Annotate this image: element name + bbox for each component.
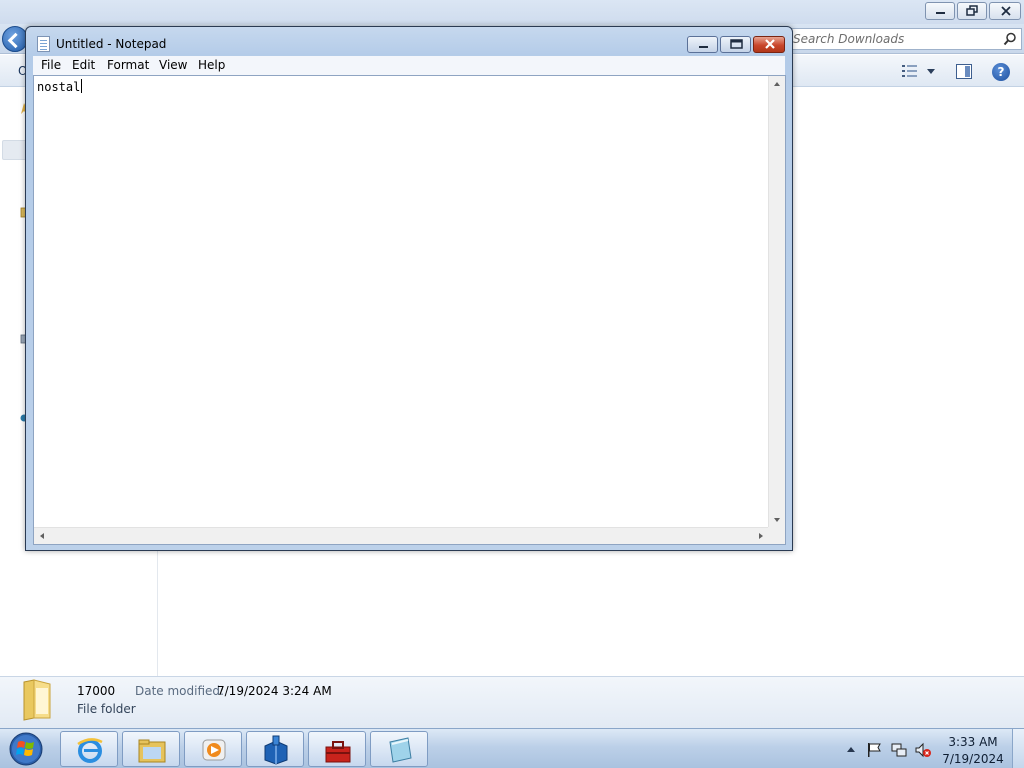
folder-icon (23, 679, 51, 721)
editor-content[interactable]: nostal (37, 79, 83, 94)
ie-icon (77, 738, 103, 763)
size-grip[interactable] (768, 527, 785, 544)
date-modified-value: 7/19/2024 3:24 AM (217, 684, 332, 698)
explorer-close-button[interactable] (989, 2, 1021, 20)
menu-edit[interactable]: Edit (72, 58, 95, 72)
search-placeholder: Search Downloads (793, 32, 905, 46)
menu-file[interactable]: File (41, 58, 61, 72)
close-icon (1001, 6, 1011, 16)
window-title: Untitled - Notepad (56, 37, 167, 51)
scroll-left-icon[interactable] (40, 533, 44, 539)
network-icon[interactable] (890, 741, 908, 759)
notepad-icon (389, 737, 412, 763)
show-desktop-button[interactable] (1012, 729, 1024, 768)
media-player-icon (202, 739, 226, 761)
taskbar-internet-explorer[interactable] (60, 731, 118, 767)
scroll-right-icon[interactable] (759, 533, 763, 539)
start-button[interactable] (4, 731, 48, 767)
explorer-titlebar (0, 0, 1024, 24)
notepad-window[interactable]: Untitled - Notepad File Edit Format View… (25, 26, 793, 551)
preview-pane-icon[interactable] (956, 64, 972, 79)
taskbar-app-blue-box[interactable] (246, 731, 304, 767)
menu-help[interactable]: Help (198, 58, 225, 72)
action-center-flag-icon[interactable] (865, 741, 883, 759)
selected-item-name: 17000 (77, 684, 116, 698)
taskbar-notepad[interactable] (370, 731, 428, 767)
show-hidden-icons-icon[interactable] (847, 747, 855, 752)
explorer-minimize-button[interactable] (925, 2, 955, 20)
views-dropdown-icon[interactable] (927, 69, 935, 74)
views-list-icon[interactable] (902, 64, 918, 78)
notepad-icon (37, 36, 50, 52)
vertical-scrollbar[interactable] (768, 76, 785, 528)
text-caret (81, 79, 83, 93)
horizontal-scrollbar[interactable] (34, 527, 769, 544)
volume-muted-icon[interactable] (914, 741, 932, 759)
clock-date[interactable]: 7/19/2024 (940, 752, 1006, 766)
maximize-icon (730, 39, 743, 49)
scroll-up-icon[interactable] (774, 82, 780, 86)
toolbox-icon (325, 741, 351, 763)
package-icon (264, 735, 288, 765)
taskbar: 3:33 AM 7/19/2024 (0, 728, 1024, 768)
taskbar-media-player[interactable] (184, 731, 242, 767)
minimize-icon (936, 12, 945, 14)
menu-view[interactable]: View (159, 58, 187, 72)
scroll-down-icon[interactable] (774, 518, 780, 522)
folder-icon (138, 739, 166, 763)
menu-format[interactable]: Format (107, 58, 149, 72)
taskbar-toolbox[interactable] (308, 731, 366, 767)
text-editor-area[interactable]: nostal (33, 75, 786, 545)
maximize-button[interactable] (720, 36, 751, 53)
editor-text: nostal (37, 80, 81, 94)
search-input[interactable]: Search Downloads (786, 28, 1022, 50)
date-modified-label: Date modified: (135, 684, 225, 698)
help-icon[interactable]: ? (992, 63, 1010, 81)
close-button[interactable] (753, 36, 785, 53)
restore-icon (966, 5, 978, 16)
clock-time[interactable]: 3:33 AM (940, 735, 1006, 749)
minimize-button[interactable] (687, 36, 718, 53)
magnifier-icon[interactable] (1003, 32, 1017, 46)
selected-item-type: File folder (77, 702, 136, 716)
close-icon (765, 39, 775, 49)
taskbar-windows-explorer[interactable] (122, 731, 180, 767)
menu-bar: File Edit Format View Help (33, 56, 785, 75)
explorer-restore-button[interactable] (957, 2, 987, 20)
minimize-icon (699, 46, 708, 48)
